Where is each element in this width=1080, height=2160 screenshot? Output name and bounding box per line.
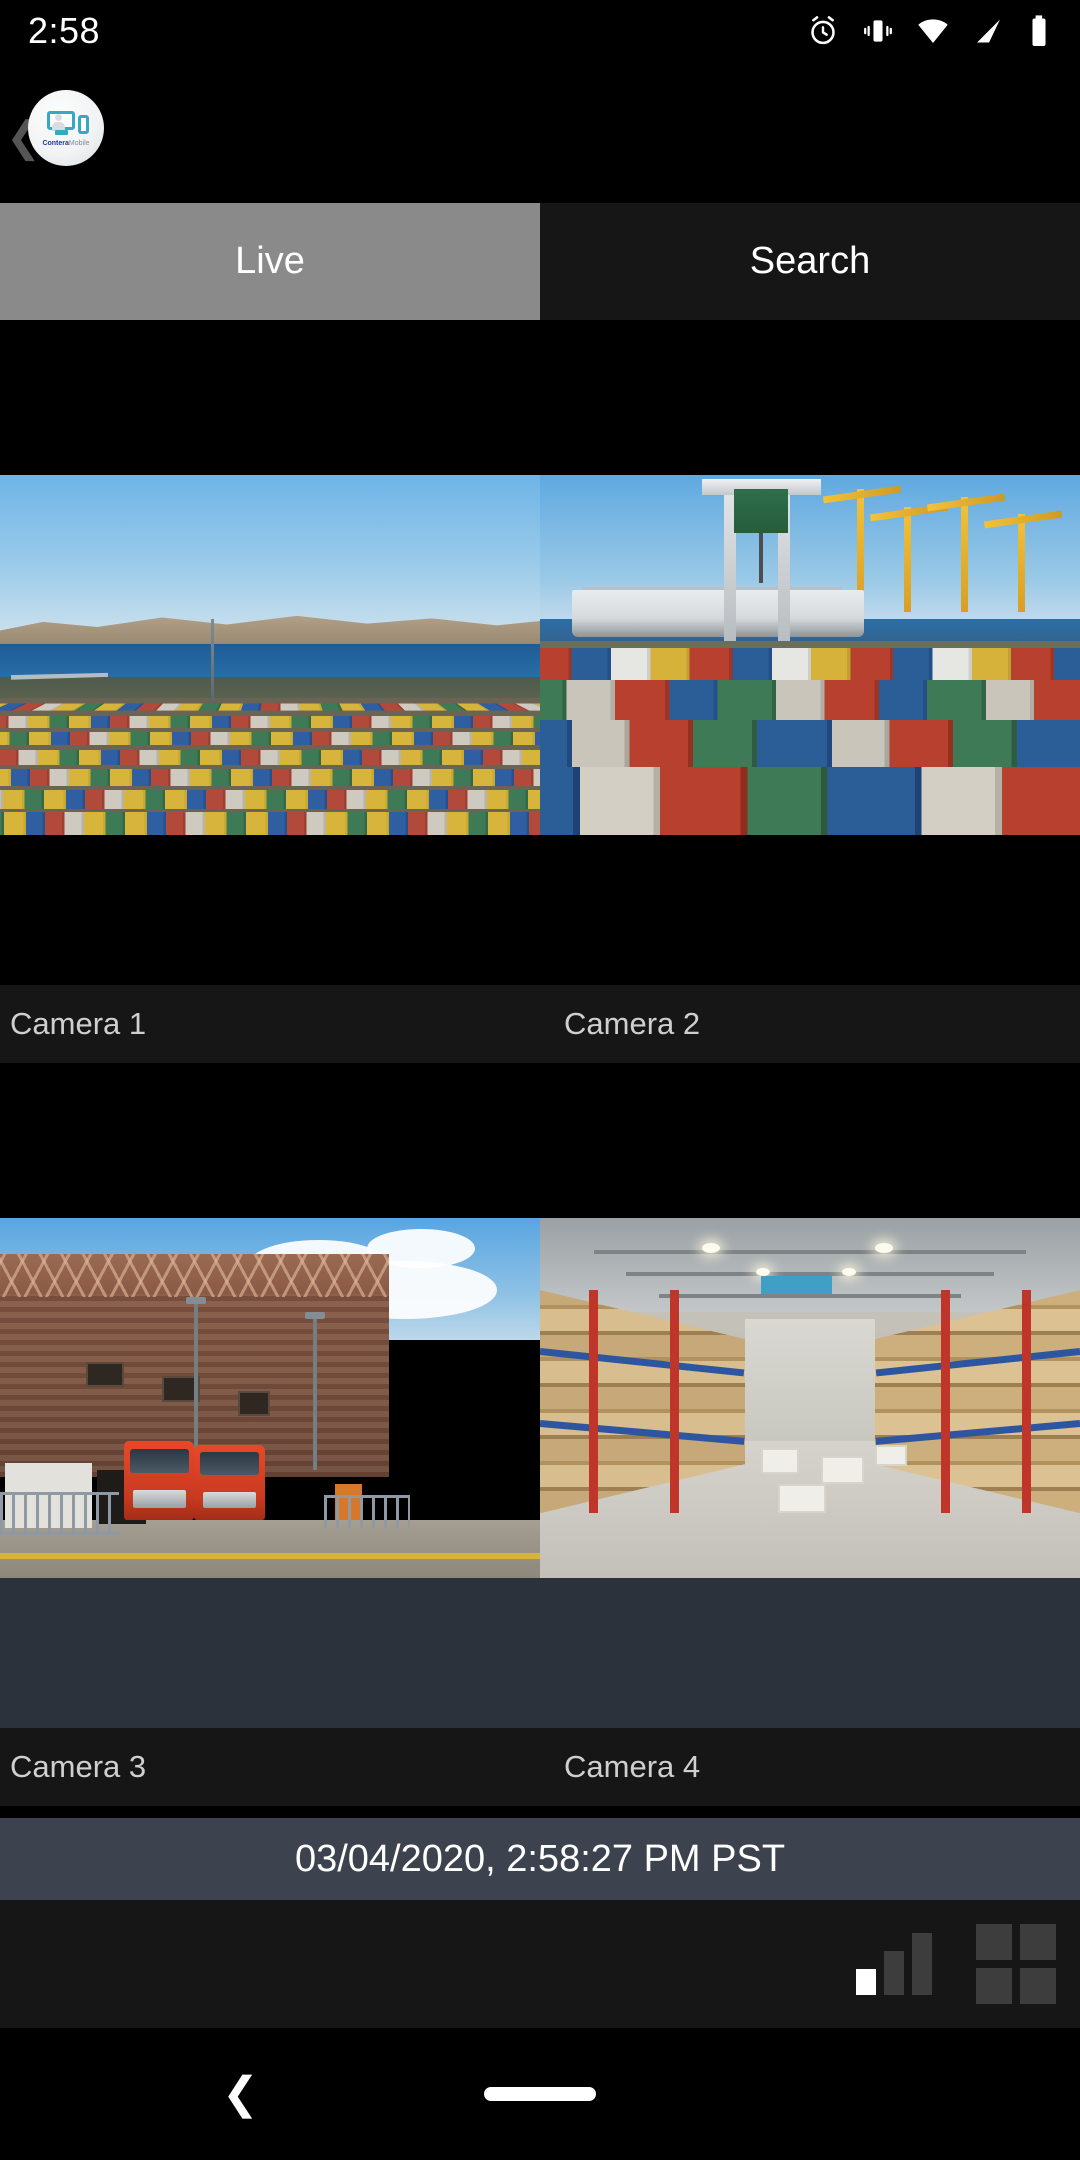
camera-video-4[interactable] <box>540 1218 1080 1578</box>
camera-tile-4[interactable]: Camera 4 <box>540 1063 1080 1806</box>
camera-label-band-3: Camera 3 <box>0 1728 540 1806</box>
scene-warehouse-interior-aisle <box>540 1218 1080 1578</box>
brand-primary: Contera <box>42 139 69 147</box>
timestamp-bar: 03/04/2020, 2:58:27 PM PST <box>0 1818 1080 1900</box>
camera-label-band-1: Camera 1 <box>0 985 540 1063</box>
camera-label-4: Camera 4 <box>564 1749 701 1784</box>
contera-mobile-logo-icon <box>43 109 89 139</box>
nav-home-pill-icon[interactable] <box>484 2087 596 2101</box>
system-status-bar: 2:58 <box>0 0 1080 62</box>
tab-live-label: Live <box>235 240 305 282</box>
battery-icon <box>1032 15 1046 47</box>
camera-video-3[interactable] <box>0 1218 540 1578</box>
wifi-icon <box>918 19 948 44</box>
android-nav-bar: ❮ <box>0 2028 1080 2160</box>
app-root: 2:58 ❮ ConteraMobile Live Search Camera … <box>0 0 1080 2160</box>
bottom-toolbar <box>0 1900 1080 2028</box>
tab-live[interactable]: Live <box>0 203 540 320</box>
scene-warehouse-exterior-trucks <box>0 1218 540 1578</box>
tab-search[interactable]: Search <box>540 203 1080 320</box>
camera-grid: Camera 1 Camera 2 Camera 3 Camera 4 <box>0 320 1080 1806</box>
main-tab-bar: Live Search <box>0 203 1080 320</box>
camera-tile-3[interactable]: Camera 3 <box>0 1063 540 1806</box>
camera-label-1: Camera 1 <box>10 1006 147 1041</box>
app-logo-button[interactable]: ConteraMobile <box>28 90 104 166</box>
camera-label-band-4: Camera 4 <box>540 1728 1080 1806</box>
nav-back-icon[interactable]: ❮ <box>222 2070 259 2118</box>
status-icon-group <box>806 14 1052 48</box>
app-header: ❮ ConteraMobile <box>0 62 1080 203</box>
camera-video-1[interactable] <box>0 475 540 835</box>
camera-label-band-2: Camera 2 <box>540 985 1080 1063</box>
status-time: 2:58 <box>28 10 101 51</box>
vibrate-icon <box>864 20 892 42</box>
camera-label-2: Camera 2 <box>564 1006 701 1041</box>
camera-tile-2[interactable]: Camera 2 <box>540 320 1080 1063</box>
tab-search-label: Search <box>749 240 871 282</box>
alarm-icon <box>811 16 835 45</box>
brand-secondary: Mobile <box>68 139 90 147</box>
camera-label-3: Camera 3 <box>10 1749 147 1784</box>
camera-video-2[interactable] <box>540 475 1080 835</box>
camera-tile-1[interactable]: Camera 1 <box>0 320 540 1063</box>
grid-2x2-layout-icon[interactable] <box>976 1924 1056 2004</box>
scene-port-container-yard <box>0 475 540 835</box>
app-logo-text: ConteraMobile <box>42 140 89 148</box>
cellular-signal-icon <box>977 19 1000 43</box>
camera-row-2: Camera 3 Camera 4 <box>0 1063 1080 1806</box>
timestamp-text: 03/04/2020, 2:58:27 PM PST <box>294 1837 786 1880</box>
scene-gantry-crane-containers <box>540 475 1080 835</box>
signal-bars-icon[interactable] <box>856 1933 932 1995</box>
camera-row-1: Camera 1 Camera 2 <box>0 320 1080 1063</box>
